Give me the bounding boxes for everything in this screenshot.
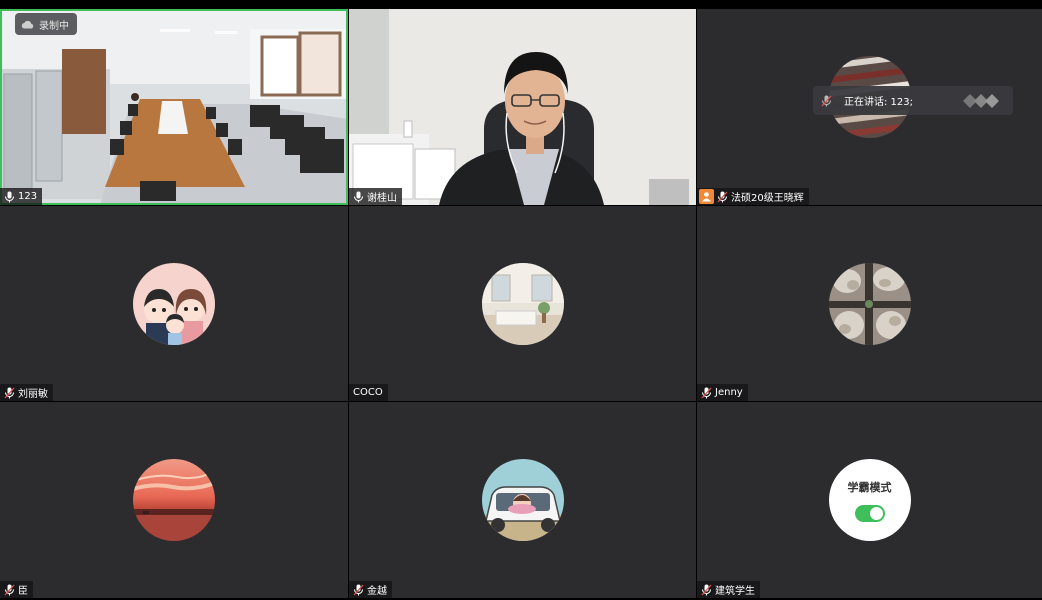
study-mode-toggle bbox=[854, 504, 885, 522]
name-tag: 臣 bbox=[0, 581, 33, 598]
muted-microphone-icon bbox=[353, 584, 364, 595]
video-tile-xie-guishan[interactable]: 谢桂山 bbox=[349, 9, 696, 205]
name-tag: 刘丽敏 bbox=[0, 384, 53, 401]
video-tile-jin-yue[interactable]: 金越 bbox=[349, 402, 696, 598]
study-mode-avatar: 学霸模式 bbox=[828, 459, 911, 541]
speaking-label: 正在讲话: 123; bbox=[844, 97, 914, 108]
name-tag: 123 bbox=[0, 188, 43, 205]
participant-name: 法硕20级王晓辉 bbox=[731, 193, 804, 204]
name-tag: COCO bbox=[349, 384, 388, 401]
host-icon bbox=[699, 189, 714, 204]
video-tile-coco[interactable]: COCO bbox=[349, 206, 696, 401]
name-tag: Jenny bbox=[697, 384, 748, 401]
video-grid: 录制中 123 谢桂山 正在讲话: 123; 法硕20级王晓辉 刘丽敏 COCO… bbox=[0, 9, 1042, 599]
speaking-indicator: 正在讲话: 123; bbox=[813, 86, 1013, 115]
video-tile-liu-limin[interactable]: 刘丽敏 bbox=[0, 206, 348, 401]
video-tile-jenny[interactable]: Jenny bbox=[697, 206, 1042, 401]
man-in-office-video bbox=[349, 9, 696, 205]
recording-badge[interactable]: 录制中 bbox=[15, 13, 77, 35]
muted-microphone-icon bbox=[717, 191, 728, 202]
microphone-icon bbox=[4, 191, 15, 202]
avatar bbox=[133, 262, 215, 345]
muted-microphone-icon bbox=[701, 387, 712, 398]
speaking-waves-icon bbox=[963, 94, 999, 108]
video-tile-wang-xiaohui[interactable]: 正在讲话: 123; 法硕20级王晓辉 bbox=[697, 9, 1042, 205]
video-tile-architecture-student[interactable]: 学霸模式 建筑学生 bbox=[697, 402, 1042, 598]
recording-label: 录制中 bbox=[39, 20, 69, 32]
name-tag: 谢桂山 bbox=[349, 188, 402, 205]
avatar bbox=[133, 459, 215, 541]
participant-name: 谢桂山 bbox=[367, 193, 397, 204]
cloud-icon bbox=[21, 20, 34, 28]
participant-name: COCO bbox=[353, 387, 383, 398]
participant-name: 金越 bbox=[367, 586, 387, 597]
participant-name: 123 bbox=[18, 191, 38, 202]
study-mode-label: 学霸模式 bbox=[847, 480, 892, 494]
microphone-icon bbox=[353, 191, 364, 202]
muted-microphone-icon bbox=[4, 584, 15, 595]
muted-microphone-icon bbox=[701, 584, 712, 595]
avatar bbox=[481, 459, 564, 541]
name-tag: 金越 bbox=[349, 581, 392, 598]
avatar bbox=[828, 262, 911, 345]
video-tile-123[interactable]: 录制中 123 bbox=[0, 9, 348, 205]
muted-microphone-icon bbox=[821, 95, 832, 106]
participant-name: 臣 bbox=[18, 586, 28, 597]
participant-name: 刘丽敏 bbox=[18, 389, 48, 400]
name-tag: 法硕20级王晓辉 bbox=[697, 188, 809, 205]
name-tag: 建筑学生 bbox=[697, 581, 760, 598]
meeting-window: 录制中 123 谢桂山 正在讲话: 123; 法硕20级王晓辉 刘丽敏 COCO… bbox=[0, 0, 1042, 600]
top-bar bbox=[0, 0, 1042, 9]
meeting-room-video bbox=[0, 9, 348, 205]
participant-name: Jenny bbox=[715, 387, 743, 398]
avatar bbox=[481, 262, 564, 345]
muted-microphone-icon bbox=[4, 387, 15, 398]
video-tile-chen[interactable]: 臣 bbox=[0, 402, 348, 598]
participant-name: 建筑学生 bbox=[715, 586, 755, 597]
